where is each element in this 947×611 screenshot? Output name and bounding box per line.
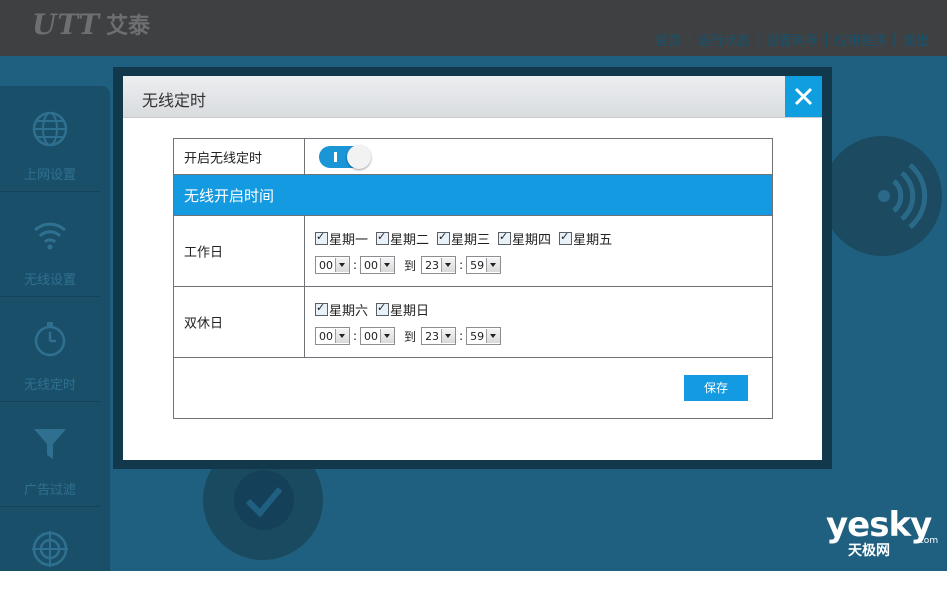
checkbox-wednesday[interactable]: 星期三: [437, 229, 490, 248]
chevron-down-icon: [380, 258, 395, 272]
workday-row: 工作日 星期一 星期二 星期三 星期四 星期五 00 : 00 到 23 : 5…: [174, 215, 772, 286]
logo-text: 艾泰: [106, 14, 151, 39]
sidebar-item-label: 无线设置: [23, 273, 76, 288]
chevron-down-icon: [335, 258, 349, 272]
nav-apps[interactable]: 应用程序: [829, 30, 893, 49]
checkbox-icon: [498, 230, 512, 245]
enable-label: 开启无线定时: [184, 151, 263, 166]
section-header: 无线开启时间: [174, 174, 772, 215]
chevron-down-icon: [486, 258, 501, 272]
globe-icon: [32, 111, 68, 147]
sidebar-item-label: 上网设置: [23, 168, 76, 183]
sidebar-item-label: 广告过滤: [23, 483, 76, 498]
watermark-domain: .com: [916, 536, 939, 546]
sidebar-item-label: 无线定时: [23, 378, 76, 393]
weekend-end-hour-select[interactable]: 23: [421, 327, 457, 345]
nav-home[interactable]: 首页: [649, 30, 687, 49]
checkbox-monday[interactable]: 星期一: [315, 229, 368, 248]
brand-logo: UTT 艾泰: [32, 7, 151, 41]
workday-days: 星期一 星期二 星期三 星期四 星期五: [315, 229, 620, 248]
checkbox-icon: [376, 301, 390, 316]
save-button[interactable]: 保存: [684, 375, 748, 401]
toggle-knob: [347, 145, 371, 169]
checkbox-sunday[interactable]: 星期日: [376, 300, 429, 319]
weekend-start-hour-select[interactable]: 00: [315, 327, 350, 345]
workday-end-hour-select[interactable]: 23: [421, 256, 457, 274]
weekend-label: 双休日: [184, 316, 224, 332]
watermark: yesky 天极网 .com: [826, 508, 938, 560]
dialog-title: 无线定时: [142, 91, 207, 110]
sidebar-item-wireless-timer[interactable]: 无线定时: [0, 296, 100, 402]
nav-status[interactable]: 运行状态: [692, 30, 756, 49]
checkbox-icon: [559, 230, 573, 245]
top-header: UTT 艾泰 首页 | 运行状态 | 设置向导 | 应用程序 | 退出: [0, 0, 947, 56]
chevron-down-icon: [335, 329, 349, 343]
workday-label: 工作日: [184, 245, 224, 261]
wifi-signal-decoration: [822, 136, 942, 256]
weekend-start-minute-select[interactable]: 00: [360, 327, 396, 345]
action-row: 保存: [174, 357, 772, 418]
workday-end-minute-select[interactable]: 59: [466, 256, 502, 274]
workday-start-hour-select[interactable]: 00: [315, 256, 350, 274]
logo-mark: UTT: [32, 7, 101, 41]
enable-toggle[interactable]: [319, 145, 371, 169]
checkbox-friday[interactable]: 星期五: [559, 229, 612, 248]
stopwatch-icon: [34, 322, 66, 357]
checkbox-tuesday[interactable]: 星期二: [376, 229, 429, 248]
checkbox-icon: [315, 230, 328, 245]
weekend-row: 双休日 星期六 星期日 00 : 00 到 23 : 59: [174, 286, 772, 357]
checkmark-icon: [234, 470, 294, 530]
checkbox-saturday[interactable]: 星期六: [315, 300, 368, 319]
wifi-icon: [33, 222, 67, 250]
chevron-down-icon: [441, 329, 456, 343]
section-title: 无线开启时间: [184, 187, 275, 205]
timer-form: 开启无线定时 无线开启时间 工作日 星期一 星期二 星期三 星期四 星期: [173, 138, 773, 419]
chevron-down-icon: [441, 258, 456, 272]
wireless-timer-dialog: 无线定时 开启无线定时 无线开启时间 工作日 ✓ 星期一 ✓ 星期二 ✓ 星期三…: [123, 76, 822, 460]
sidebar-item-internet[interactable]: 上网设置: [0, 86, 100, 192]
checkbox-icon: [437, 230, 451, 245]
workday-time-range: 00 : 00 到 23 : 59: [315, 256, 502, 274]
sidebar-item-wireless[interactable]: 无线设置: [0, 191, 100, 297]
enable-row: 开启无线定时: [174, 139, 772, 174]
close-icon: [794, 87, 813, 106]
chevron-down-icon: [486, 329, 501, 343]
target-icon: [32, 531, 68, 567]
checkbox-icon: [376, 230, 390, 245]
top-nav: 首页 | 运行状态 | 设置向导 | 应用程序 | 退出: [649, 30, 935, 49]
workday-start-minute-select[interactable]: 00: [360, 256, 396, 274]
nav-logout[interactable]: 退出: [897, 30, 935, 49]
weekend-days: 星期六 星期日: [315, 300, 437, 319]
sidebar-item-more[interactable]: [0, 506, 100, 611]
weekend-time-range: 00 : 00 到 23 : 59: [315, 327, 502, 345]
chevron-down-icon: [380, 329, 395, 343]
nav-wizard[interactable]: 设置向导: [760, 30, 824, 49]
close-button[interactable]: [785, 76, 822, 117]
sidebar-item-ad-filter[interactable]: 广告过滤: [0, 401, 100, 507]
checkbox-thursday[interactable]: 星期四: [498, 229, 551, 248]
weekend-end-minute-select[interactable]: 59: [466, 327, 502, 345]
sidebar: 上网设置 无线设置 无线定时 广告过滤: [0, 86, 110, 571]
funnel-icon: [34, 429, 66, 459]
dialog-header: 无线定时: [123, 76, 822, 118]
checkbox-icon: [315, 301, 328, 316]
